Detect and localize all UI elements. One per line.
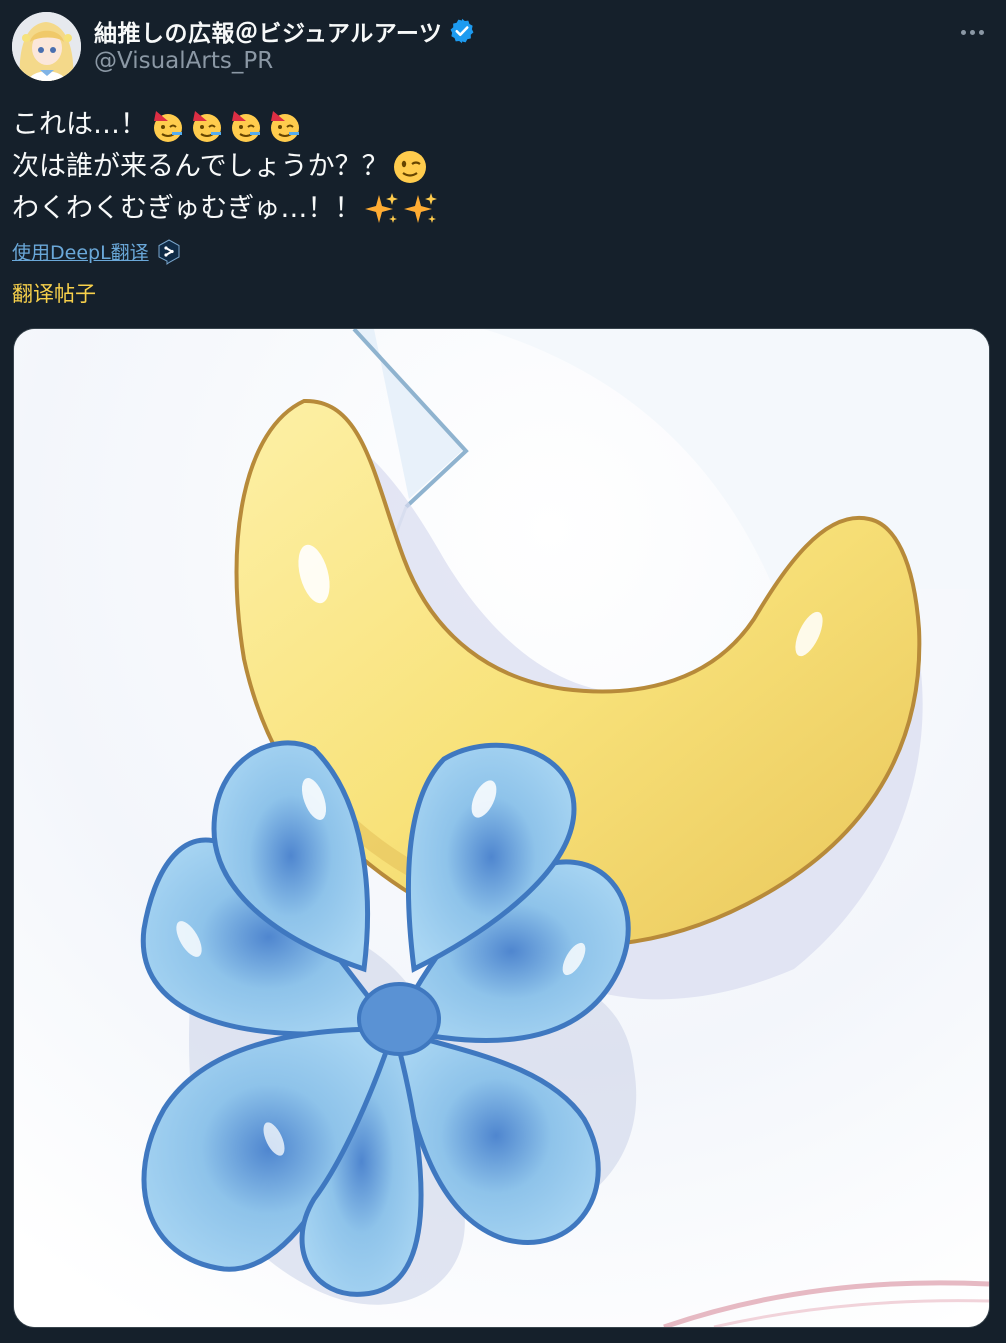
deepl-translate-link[interactable]: 使用DeepL翻译 (12, 238, 181, 265)
tweet-line: わくわくむぎゅむぎゅ…！！ (12, 188, 972, 230)
translate-post-button[interactable]: 翻译帖子 (12, 278, 96, 308)
tweet-text: これは…！ 次は誰が来るんでしょうか？？ わくわくむぎゅむぎゅ…！！ (12, 104, 972, 230)
author-handle[interactable]: @VisualArts_PR (94, 48, 273, 74)
tweet-line: これは…！ (12, 104, 972, 146)
author-name-row[interactable]: 紬推しの広報＠ビジュアルアーツ (94, 14, 476, 48)
tweet-media-image[interactable] (13, 328, 990, 1328)
deepl-icon (158, 238, 180, 265)
more-horizontal-icon (969, 29, 975, 35)
tweet-line: 次は誰が来るんでしょうか？？ (12, 146, 972, 188)
tweet-line-text: 次は誰が来るんでしょうか？？ (12, 151, 389, 182)
sparkles-icon (365, 193, 399, 223)
crescent-moon-with-blue-bow-illustration (14, 329, 989, 1327)
avatar[interactable] (12, 12, 81, 81)
tweet-line-text: わくわくむぎゅむぎゅ…！！ (12, 193, 362, 224)
display-name[interactable]: 紬推しの広報＠ビジュアルアーツ (94, 14, 442, 48)
tweet-line-text: これは…！ (12, 109, 147, 140)
more-horizontal-icon (960, 29, 966, 35)
anime-avatar-icon (12, 12, 81, 81)
partying-face-icon (154, 111, 182, 142)
partying-face-icon (193, 111, 221, 142)
sparkles-icon (404, 193, 438, 223)
tweet: 紬推しの広報＠ビジュアルアーツ @VisualArts_PR これは…！ 次は誰… (0, 0, 1006, 1343)
verified-badge-icon[interactable] (448, 17, 476, 45)
partying-face-icon (232, 111, 260, 142)
partying-face-icon (271, 111, 299, 142)
more-horizontal-icon (978, 29, 984, 35)
winking-face-icon (393, 151, 426, 183)
more-button[interactable] (954, 18, 990, 46)
deepl-translate-label[interactable]: 使用DeepL翻译 (12, 238, 149, 265)
